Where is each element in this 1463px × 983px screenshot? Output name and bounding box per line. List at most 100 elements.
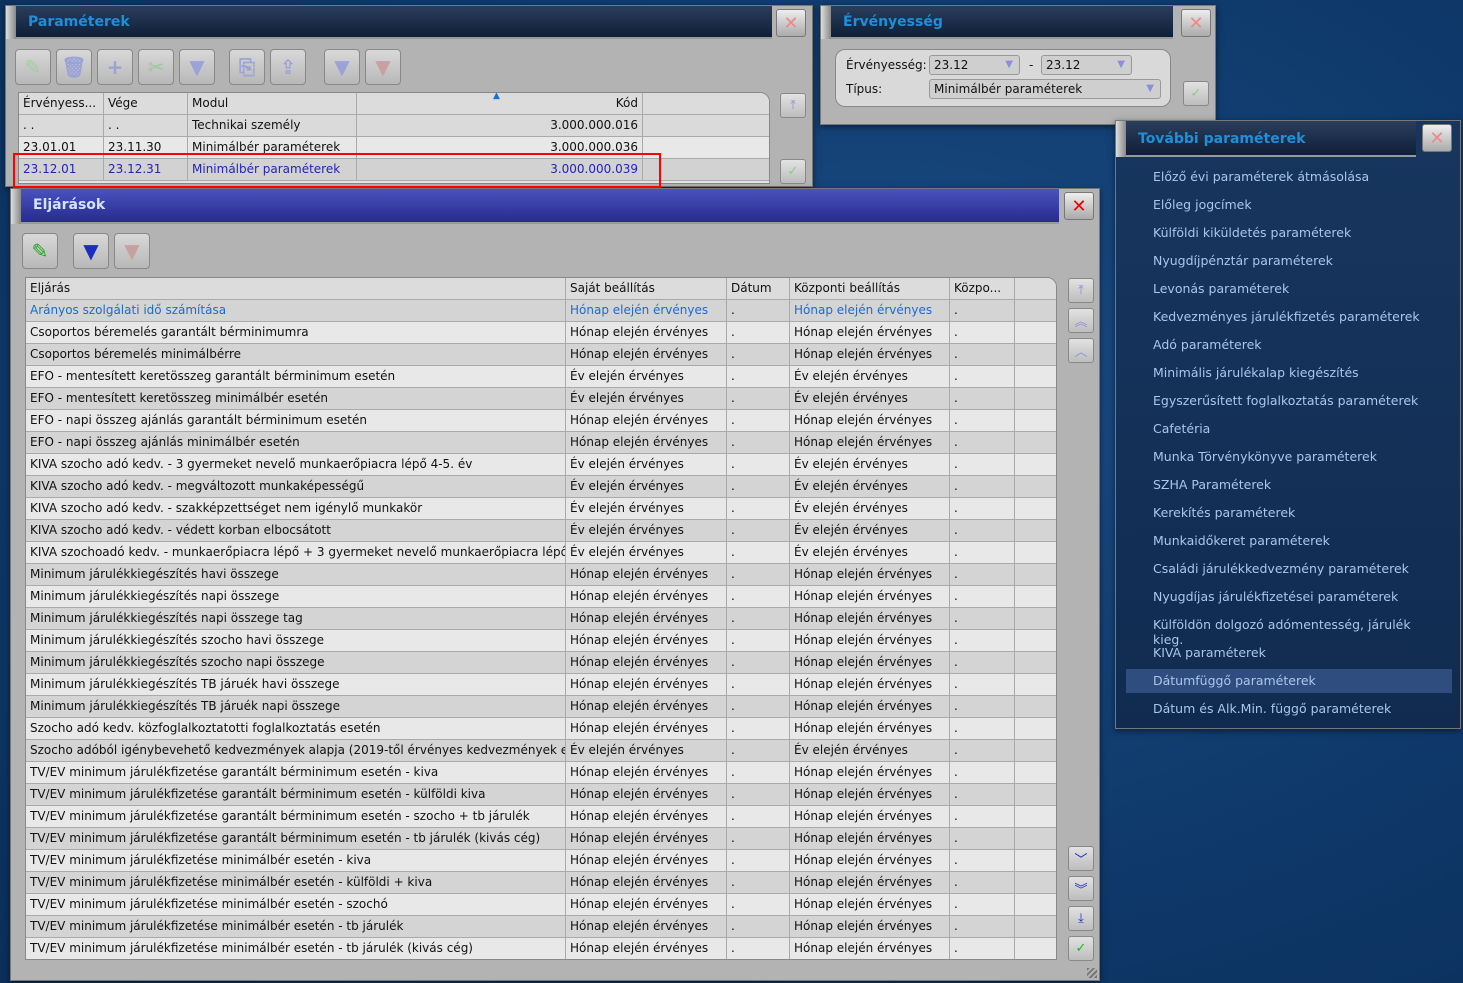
add-button[interactable]: + [97,49,133,85]
table-row[interactable]: Szocho adóból igénybevehető kedvezmények… [26,740,1056,762]
title-bar[interactable]: Érvényesség [821,6,1173,39]
menu-item[interactable]: Adó paraméterek [1126,333,1452,357]
table-row[interactable]: Szocho adó kedv. közfoglalkoztatotti fog… [26,718,1056,740]
menu-item[interactable]: Nyugdíjpénztár paraméterek [1126,249,1452,273]
menu-item[interactable]: Külföldi kiküldetés paraméterek [1126,221,1452,245]
tipus-select[interactable]: Minimálbér paraméterek ▼ [929,79,1161,99]
scroll-top-button[interactable]: ⤒ [780,93,806,118]
table-row[interactable]: EFO - napi összeg ajánlás minimálbér ese… [26,432,1056,454]
table-row[interactable]: KIVA szocho adó kedv. - megváltozott mun… [26,476,1056,498]
col-modul[interactable]: Modul [188,93,357,114]
grip[interactable] [1116,121,1126,157]
table-row[interactable]: TV/EV minimum járulékfizetése garantált … [26,828,1056,850]
menu-item[interactable]: Munkaidőkeret paraméterek [1126,529,1452,553]
menu-item[interactable]: Kerekítés paraméterek [1126,501,1452,525]
table-row[interactable]: TV/EV minimum járulékfizetése minimálbér… [26,850,1056,872]
table-cell: . [727,894,790,915]
table-row[interactable]: KIVA szocho adó kedv. - védett korban el… [26,520,1056,542]
unlink-button[interactable]: ✂ [138,49,174,85]
close-button[interactable]: ✕ [1181,9,1211,37]
trash-button[interactable]: 🗑 [56,49,92,85]
filter-clear-button[interactable]: ▼ [114,233,150,269]
edit-button[interactable]: ✎ [22,233,58,269]
menu-item[interactable]: Cafetéria [1126,417,1452,441]
table-row[interactable]: Minimum járulékkiegészítés TB járuék hav… [26,674,1056,696]
menu-item[interactable]: Egyszerűsített foglalkoztatás paramétere… [1126,389,1452,413]
col-eljaras[interactable]: Eljárás [26,278,566,299]
menu-item[interactable]: Előleg jogcímek [1126,193,1452,217]
filter-button[interactable]: ▼ [73,233,109,269]
filter-clear-button[interactable]: ▼ [365,49,401,85]
table-row[interactable]: EFO - mentesített keretösszeg garantált … [26,366,1056,388]
edit-button[interactable]: ✎ [15,49,51,85]
col-kod[interactable]: ▲ Kód [357,93,643,114]
table-row[interactable]: TV/EV minimum járulékfizetése garantált … [26,762,1056,784]
from-select[interactable]: 23.12 ▼ [929,55,1020,75]
to-select[interactable]: 23.12 ▼ [1041,55,1132,75]
confirm-button[interactable]: ✓ [780,159,806,184]
col-sajat[interactable]: Saját beállítás [566,278,727,299]
menu-item[interactable]: Előző évi paraméterek átmásolása [1126,165,1452,189]
table-row[interactable]: TV/EV minimum járulékfizetése minimálbér… [26,894,1056,916]
copy-button[interactable]: ⎘ [229,49,265,85]
scroll-bottom-button[interactable]: ⤓ [1068,906,1094,931]
table-row[interactable]: Arányos szolgálati idő számítása Hónap el… [26,300,1056,322]
page-down-button[interactable]: ︾ [1068,876,1094,901]
menu-item[interactable]: Külföldön dolgozó adómentesség, járulék … [1126,613,1452,647]
menu-item[interactable]: Kedvezményes járulékfizetés paraméterek [1126,305,1452,329]
apply-button[interactable]: ✓ [1183,81,1209,106]
line-up-button[interactable]: ︿ [1068,338,1094,363]
table-row[interactable]: KIVA szocho adó kedv. - 3 gyermeket neve… [26,454,1056,476]
menu-item[interactable]: SZHA Paraméterek [1126,473,1452,497]
grip[interactable] [821,6,831,39]
title-bar[interactable]: Paraméterek [6,6,772,39]
table-row[interactable]: Minimum járulékkiegészítés napi összege … [26,608,1056,630]
line-down-button[interactable]: ﹀ [1068,846,1094,871]
table-row[interactable]: Minimum járulékkiegészítés napi összege H… [26,586,1056,608]
col-ervenyesseg[interactable]: Érvényess... [19,93,104,114]
table-row[interactable]: KIVA szochoadó kedv. - munkaerőpiacra lé… [26,542,1056,564]
menu-item[interactable]: Dátum és Alk.Min. függő paraméterek [1126,697,1452,721]
table-row[interactable]: Csoportos béremelés minimálbérre Hónap el… [26,344,1056,366]
grip[interactable] [6,6,16,39]
col-kozponti[interactable]: Központi beállítás [790,278,950,299]
table-row[interactable]: KIVA szocho adó kedv. - szakképzettséget… [26,498,1056,520]
filter-button[interactable]: ▼ [179,49,215,85]
menu-item[interactable]: KIVA paraméterek [1126,641,1452,665]
table-row[interactable]: Minimum járulékkiegészítés szocho napi ö… [26,652,1056,674]
confirm-button[interactable]: ✓ [1068,936,1094,961]
col-kozp2[interactable]: Közpo... [950,278,1015,299]
page-up-button[interactable]: ︽ [1068,308,1094,333]
table-row[interactable]: TV/EV minimum járulékfizetése minimálbér… [26,872,1056,894]
menu-item[interactable]: Dátumfüggő paraméterek [1126,669,1452,693]
grip[interactable] [11,189,21,224]
col-datum[interactable]: Dátum [727,278,790,299]
table-row[interactable]: TV/EV minimum járulékfizetése garantált … [26,784,1056,806]
table-row[interactable]: TV/EV minimum járulékfizetése minimálbér… [26,938,1056,959]
table-row[interactable]: Minimum járulékkiegészítés TB járuék nap… [26,696,1056,718]
col-vege[interactable]: Vége [104,93,188,114]
table-row[interactable]: Csoportos béremelés garantált bérminimum… [26,322,1056,344]
menu-item[interactable]: Nyugdíjas járulékfizetései paraméterek [1126,585,1452,609]
close-button[interactable]: ✕ [1422,124,1452,152]
table-cell: . [950,586,1015,607]
table-row[interactable]: TV/EV minimum járulékfizetése garantált … [26,806,1056,828]
close-button[interactable]: ✕ [1064,192,1094,220]
menu-item[interactable]: Minimális járulékalap kiegészítés [1126,361,1452,385]
table-row[interactable]: TV/EV minimum járulékfizetése minimálbér… [26,916,1056,938]
table-row[interactable]: Minimum járulékkiegészítés szocho havi ö… [26,630,1056,652]
menu-item[interactable]: Levonás paraméterek [1126,277,1452,301]
menu-item[interactable]: Munka Törvénykönyve paraméterek [1126,445,1452,469]
close-button[interactable]: ✕ [776,9,806,37]
filter-list-button[interactable]: ▼ [324,49,360,85]
table-row[interactable]: EFO - mentesített keretösszeg minimálbér… [26,388,1056,410]
table-row[interactable]: . .. . Technikai személy 3.000.000.016 [19,115,769,137]
scroll-top-button[interactable]: ⤒ [1068,278,1094,303]
menu-item[interactable]: Családi járulékkedvezmény paraméterek [1126,557,1452,581]
title-bar[interactable]: Eljárások [11,189,1059,224]
table-row[interactable]: EFO - napi összeg ajánlás garantált bérm… [26,410,1056,432]
title-bar[interactable]: További paraméterek [1116,121,1416,157]
export-button[interactable]: ⇪ [270,49,306,85]
resize-grip[interactable] [1087,968,1097,978]
table-row[interactable]: Minimum járulékkiegészítés havi összege H… [26,564,1056,586]
